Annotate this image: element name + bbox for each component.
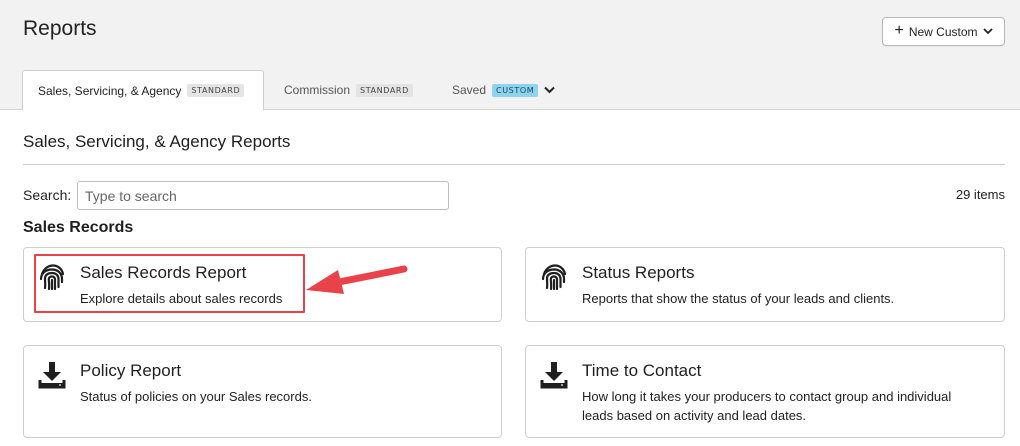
- standard-badge: STANDARD: [187, 84, 245, 97]
- card-description: Reports that show the status of your lea…: [582, 291, 895, 306]
- top-bar: Reports + New Custom Sales, Servicing, &…: [0, 0, 1020, 111]
- fingerprint-icon: [540, 263, 568, 291]
- report-card-time-to-contact[interactable]: Time to Contact How long it takes your p…: [525, 345, 1005, 438]
- standard-badge: STANDARD: [356, 83, 413, 97]
- download-icon: [38, 361, 66, 389]
- card-description: Explore details about sales records: [80, 291, 283, 306]
- fingerprint-icon: [38, 263, 66, 291]
- report-card-status-reports[interactable]: Status Reports Reports that show the sta…: [525, 247, 1005, 322]
- download-icon: [540, 361, 568, 389]
- card-title: Policy Report: [80, 361, 182, 380]
- card-title: Time to Contact: [582, 361, 702, 380]
- tab-label: Sales, Servicing, & Agency: [38, 83, 182, 98]
- chevron-down-icon: [982, 28, 993, 35]
- chevron-down-icon[interactable]: [544, 83, 555, 97]
- new-custom-label: New Custom: [908, 24, 978, 39]
- tab-sales-servicing-agency[interactable]: Sales, Servicing, & Agency STANDARD: [22, 70, 264, 111]
- tab-saved[interactable]: Saved CUSTOM: [452, 70, 555, 110]
- report-card-policy-report[interactable]: Policy Report Status of policies on your…: [23, 345, 502, 438]
- report-card-sales-records[interactable]: Sales Records Report Explore details abo…: [23, 247, 502, 322]
- search-label: Search:: [23, 187, 72, 203]
- card-title: Sales Records Report: [80, 263, 247, 282]
- item-count: 29 items: [955, 187, 1005, 202]
- card-title: Status Reports: [582, 263, 695, 282]
- divider: [23, 164, 1005, 165]
- tab-commission[interactable]: Commission STANDARD: [284, 70, 413, 110]
- new-custom-button[interactable]: + New Custom: [882, 17, 1005, 46]
- card-description: Status of policies on your Sales records…: [80, 389, 312, 404]
- tab-label: Saved: [452, 83, 487, 97]
- section-title: Sales, Servicing, & Agency Reports: [23, 132, 291, 151]
- search-input[interactable]: [77, 181, 449, 210]
- tab-label: Commission: [284, 83, 351, 97]
- group-title: Sales Records: [23, 219, 134, 236]
- custom-badge: CUSTOM: [492, 83, 539, 97]
- plus-icon: +: [894, 22, 904, 39]
- page-title: Reports: [23, 17, 97, 40]
- card-description: How long it takes your producers to cont…: [582, 389, 952, 423]
